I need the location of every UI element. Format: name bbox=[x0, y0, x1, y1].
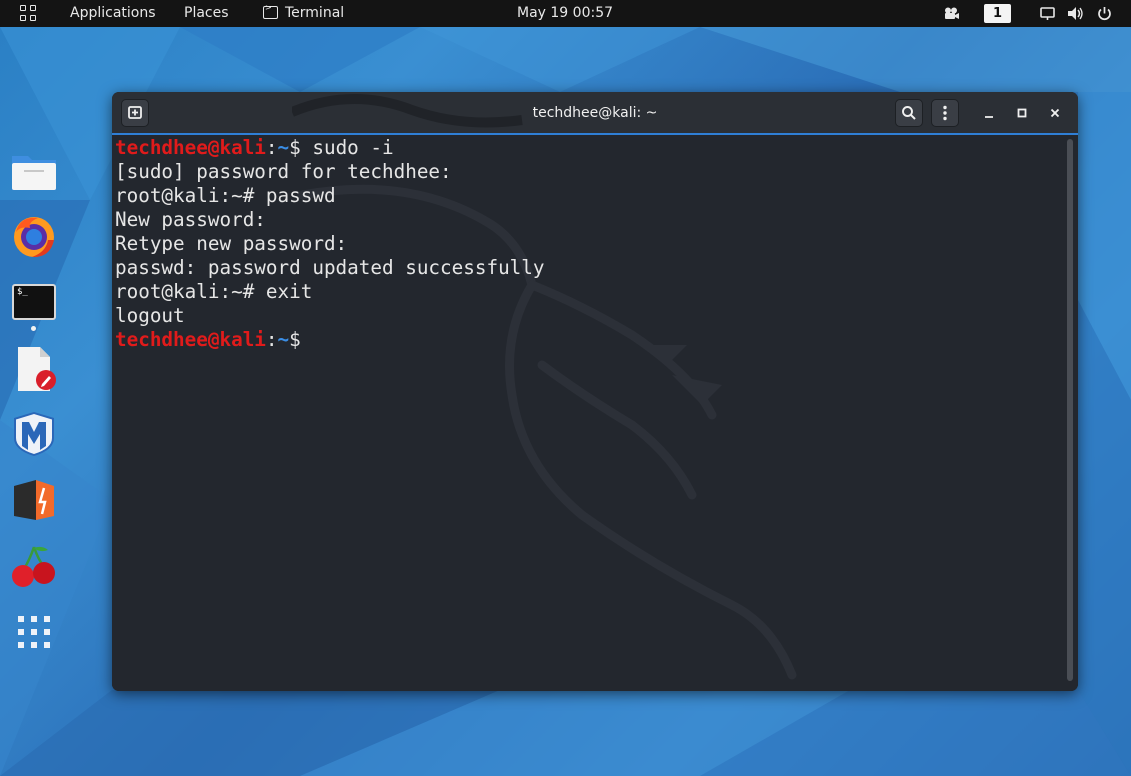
files-icon[interactable] bbox=[10, 148, 58, 196]
text-editor-icon[interactable] bbox=[10, 345, 58, 393]
places-menu[interactable]: Places bbox=[184, 0, 229, 27]
firefox-icon[interactable] bbox=[10, 212, 58, 260]
menu-button[interactable] bbox=[931, 99, 959, 127]
kebab-menu-icon bbox=[943, 105, 947, 121]
terminal-icon: $_ bbox=[12, 284, 56, 320]
terminal-window: techdhee@kali: ~ techdhee@kali:~$ sudo -… bbox=[112, 92, 1078, 691]
maximize-icon bbox=[1017, 108, 1027, 118]
activities-grid-icon[interactable] bbox=[20, 5, 37, 22]
minimize-icon bbox=[985, 116, 993, 118]
clock[interactable]: May 19 00:57 bbox=[517, 0, 613, 27]
terminal-line: root@kali:~# passwd bbox=[115, 184, 336, 207]
search-icon bbox=[902, 106, 916, 120]
running-indicator bbox=[31, 326, 36, 331]
terminal-line: New password: bbox=[115, 208, 266, 231]
terminal-dock-item[interactable]: $_ bbox=[10, 280, 58, 331]
top-panel: Applications Places Terminal May 19 00:5… bbox=[0, 0, 1131, 27]
terminal-line: techdhee@kali:~$ sudo -i bbox=[115, 136, 545, 160]
maximize-button[interactable] bbox=[1010, 101, 1034, 125]
prompt-user: techdhee@kali bbox=[115, 136, 266, 159]
applications-menu[interactable]: Applications bbox=[70, 0, 156, 27]
power-icon[interactable] bbox=[1097, 6, 1112, 21]
prompt-path: ~ bbox=[277, 328, 290, 351]
terminal-line: passwd: password updated successfully bbox=[115, 256, 545, 279]
prompt-user: techdhee@kali bbox=[115, 328, 266, 351]
command-text bbox=[301, 328, 313, 351]
close-icon bbox=[1050, 108, 1060, 118]
prompt-path: ~ bbox=[277, 136, 290, 159]
command-text: sudo -i bbox=[300, 136, 394, 159]
terminal-app-icon bbox=[263, 3, 278, 19]
terminal-body[interactable]: techdhee@kali:~$ sudo -i [sudo] password … bbox=[112, 135, 1078, 691]
minimize-button[interactable] bbox=[977, 101, 1001, 125]
search-button[interactable] bbox=[895, 99, 923, 127]
terminal-line: root@kali:~# exit bbox=[115, 280, 313, 303]
terminal-line: logout bbox=[115, 304, 185, 327]
metasploit-icon[interactable] bbox=[10, 410, 58, 458]
terminal-scrollbar[interactable] bbox=[1067, 139, 1073, 681]
cherrytree-icon[interactable] bbox=[10, 543, 58, 591]
screen-icon[interactable] bbox=[1040, 7, 1055, 21]
close-button[interactable] bbox=[1043, 101, 1067, 125]
show-applications-grid-icon[interactable] bbox=[10, 608, 58, 656]
workspace-indicator[interactable]: 1 bbox=[984, 4, 1011, 23]
terminal-output[interactable]: techdhee@kali:~$ sudo -i [sudo] password … bbox=[115, 136, 545, 352]
video-camera-icon[interactable] bbox=[943, 7, 960, 20]
terminal-line: Retype new password: bbox=[115, 232, 348, 255]
prompt-symbol: $ bbox=[289, 328, 301, 351]
terminal-line: techdhee@kali:~$ bbox=[115, 328, 545, 352]
prompt-symbol: $ bbox=[289, 136, 301, 159]
terminal-app-menu[interactable]: Terminal bbox=[285, 0, 344, 27]
terminal-line: [sudo] password for techdhee: bbox=[115, 160, 452, 183]
volume-icon[interactable] bbox=[1067, 6, 1084, 21]
prompt-colon: : bbox=[265, 328, 278, 351]
prompt-colon: : bbox=[265, 136, 278, 159]
window-titlebar[interactable]: techdhee@kali: ~ bbox=[112, 92, 1078, 134]
burpsuite-icon[interactable] bbox=[10, 476, 58, 524]
